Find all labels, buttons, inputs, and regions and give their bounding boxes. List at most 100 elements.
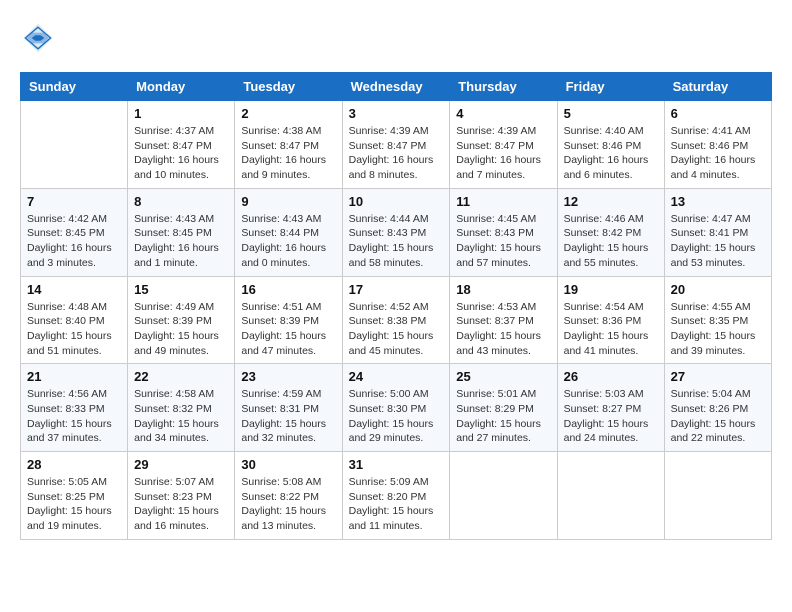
day-info: Sunrise: 4:38 AM Sunset: 8:47 PM Dayligh…	[241, 124, 335, 183]
day-number: 3	[349, 106, 444, 121]
calendar-cell: 13 Sunrise: 4:47 AM Sunset: 8:41 PM Dayli…	[664, 188, 771, 276]
day-info: Sunrise: 5:03 AM Sunset: 8:27 PM Dayligh…	[564, 387, 658, 446]
weekday-header-tuesday: Tuesday	[235, 73, 342, 101]
day-info: Sunrise: 4:56 AM Sunset: 8:33 PM Dayligh…	[27, 387, 121, 446]
day-info: Sunrise: 4:54 AM Sunset: 8:36 PM Dayligh…	[564, 300, 658, 359]
calendar-week-1: 1 Sunrise: 4:37 AM Sunset: 8:47 PM Daylig…	[21, 101, 772, 189]
calendar-cell: 7 Sunrise: 4:42 AM Sunset: 8:45 PM Daylig…	[21, 188, 128, 276]
day-info: Sunrise: 5:09 AM Sunset: 8:20 PM Dayligh…	[349, 475, 444, 534]
calendar-cell: 1 Sunrise: 4:37 AM Sunset: 8:47 PM Daylig…	[128, 101, 235, 189]
day-info: Sunrise: 4:45 AM Sunset: 8:43 PM Dayligh…	[456, 212, 550, 271]
calendar-cell	[21, 101, 128, 189]
day-number: 6	[671, 106, 765, 121]
day-number: 19	[564, 282, 658, 297]
day-number: 24	[349, 369, 444, 384]
calendar-cell: 22Sunrise: 4:58 AM Sunset: 8:32 PM Dayli…	[128, 364, 235, 452]
logo	[20, 20, 60, 56]
logo-icon	[20, 20, 56, 56]
day-info: Sunrise: 5:05 AM Sunset: 8:25 PM Dayligh…	[27, 475, 121, 534]
day-number: 30	[241, 457, 335, 472]
day-info: Sunrise: 4:43 AM Sunset: 8:44 PM Dayligh…	[241, 212, 335, 271]
day-info: Sunrise: 4:58 AM Sunset: 8:32 PM Dayligh…	[134, 387, 228, 446]
calendar-week-3: 14Sunrise: 4:48 AM Sunset: 8:40 PM Dayli…	[21, 276, 772, 364]
calendar-cell: 15Sunrise: 4:49 AM Sunset: 8:39 PM Dayli…	[128, 276, 235, 364]
day-number: 10	[349, 194, 444, 209]
day-info: Sunrise: 4:53 AM Sunset: 8:37 PM Dayligh…	[456, 300, 550, 359]
calendar-week-4: 21 Sunrise: 4:56 AM Sunset: 8:33 PM Dayli…	[21, 364, 772, 452]
calendar-cell: 14Sunrise: 4:48 AM Sunset: 8:40 PM Dayli…	[21, 276, 128, 364]
day-number: 4	[456, 106, 550, 121]
day-info: Sunrise: 4:39 AM Sunset: 8:47 PM Dayligh…	[349, 124, 444, 183]
calendar-week-2: 7 Sunrise: 4:42 AM Sunset: 8:45 PM Daylig…	[21, 188, 772, 276]
calendar-cell: 9 Sunrise: 4:43 AM Sunset: 8:44 PM Daylig…	[235, 188, 342, 276]
weekday-header-wednesday: Wednesday	[342, 73, 450, 101]
day-number: 17	[349, 282, 444, 297]
calendar-week-5: 28 Sunrise: 5:05 AM Sunset: 8:25 PM Dayli…	[21, 452, 772, 540]
calendar-cell	[664, 452, 771, 540]
day-info: Sunrise: 5:07 AM Sunset: 8:23 PM Dayligh…	[134, 475, 228, 534]
day-info: Sunrise: 4:51 AM Sunset: 8:39 PM Dayligh…	[241, 300, 335, 359]
calendar-cell: 4Sunrise: 4:39 AM Sunset: 8:47 PM Daylig…	[450, 101, 557, 189]
calendar-cell: 17 Sunrise: 4:52 AM Sunset: 8:38 PM Dayli…	[342, 276, 450, 364]
calendar-cell: 10 Sunrise: 4:44 AM Sunset: 8:43 PM Dayli…	[342, 188, 450, 276]
day-number: 28	[27, 457, 121, 472]
day-info: Sunrise: 5:00 AM Sunset: 8:30 PM Dayligh…	[349, 387, 444, 446]
day-number: 12	[564, 194, 658, 209]
calendar-cell: 11 Sunrise: 4:45 AM Sunset: 8:43 PM Dayli…	[450, 188, 557, 276]
day-info: Sunrise: 5:08 AM Sunset: 8:22 PM Dayligh…	[241, 475, 335, 534]
calendar-cell: 31Sunrise: 5:09 AM Sunset: 8:20 PM Dayli…	[342, 452, 450, 540]
day-number: 1	[134, 106, 228, 121]
weekday-header-friday: Friday	[557, 73, 664, 101]
day-number: 18	[456, 282, 550, 297]
calendar-cell: 29 Sunrise: 5:07 AM Sunset: 8:23 PM Dayli…	[128, 452, 235, 540]
calendar-cell: 24 Sunrise: 5:00 AM Sunset: 8:30 PM Dayli…	[342, 364, 450, 452]
calendar-table: SundayMondayTuesdayWednesdayThursdayFrid…	[20, 72, 772, 540]
calendar-cell: 8 Sunrise: 4:43 AM Sunset: 8:45 PM Daylig…	[128, 188, 235, 276]
day-info: Sunrise: 4:44 AM Sunset: 8:43 PM Dayligh…	[349, 212, 444, 271]
day-info: Sunrise: 4:37 AM Sunset: 8:47 PM Dayligh…	[134, 124, 228, 183]
calendar-cell: 30 Sunrise: 5:08 AM Sunset: 8:22 PM Dayli…	[235, 452, 342, 540]
calendar-cell: 25 Sunrise: 5:01 AM Sunset: 8:29 PM Dayli…	[450, 364, 557, 452]
day-number: 23	[241, 369, 335, 384]
day-number: 27	[671, 369, 765, 384]
day-info: Sunrise: 4:42 AM Sunset: 8:45 PM Dayligh…	[27, 212, 121, 271]
day-info: Sunrise: 4:46 AM Sunset: 8:42 PM Dayligh…	[564, 212, 658, 271]
day-number: 29	[134, 457, 228, 472]
calendar-cell	[450, 452, 557, 540]
day-number: 8	[134, 194, 228, 209]
weekday-header-sunday: Sunday	[21, 73, 128, 101]
calendar-cell	[557, 452, 664, 540]
day-number: 5	[564, 106, 658, 121]
day-info: Sunrise: 4:52 AM Sunset: 8:38 PM Dayligh…	[349, 300, 444, 359]
day-number: 21	[27, 369, 121, 384]
calendar-cell: 16 Sunrise: 4:51 AM Sunset: 8:39 PM Dayli…	[235, 276, 342, 364]
calendar-cell: 23Sunrise: 4:59 AM Sunset: 8:31 PM Dayli…	[235, 364, 342, 452]
day-info: Sunrise: 4:41 AM Sunset: 8:46 PM Dayligh…	[671, 124, 765, 183]
day-info: Sunrise: 4:40 AM Sunset: 8:46 PM Dayligh…	[564, 124, 658, 183]
day-number: 9	[241, 194, 335, 209]
day-number: 20	[671, 282, 765, 297]
day-number: 16	[241, 282, 335, 297]
day-info: Sunrise: 4:48 AM Sunset: 8:40 PM Dayligh…	[27, 300, 121, 359]
day-number: 7	[27, 194, 121, 209]
calendar-cell: 26Sunrise: 5:03 AM Sunset: 8:27 PM Dayli…	[557, 364, 664, 452]
calendar-cell: 6 Sunrise: 4:41 AM Sunset: 8:46 PM Daylig…	[664, 101, 771, 189]
day-number: 15	[134, 282, 228, 297]
weekday-header-monday: Monday	[128, 73, 235, 101]
calendar-cell: 5 Sunrise: 4:40 AM Sunset: 8:46 PM Daylig…	[557, 101, 664, 189]
day-info: Sunrise: 4:47 AM Sunset: 8:41 PM Dayligh…	[671, 212, 765, 271]
calendar-cell: 20Sunrise: 4:55 AM Sunset: 8:35 PM Dayli…	[664, 276, 771, 364]
day-number: 2	[241, 106, 335, 121]
day-number: 11	[456, 194, 550, 209]
calendar-cell: 27 Sunrise: 5:04 AM Sunset: 8:26 PM Dayli…	[664, 364, 771, 452]
day-number: 13	[671, 194, 765, 209]
day-info: Sunrise: 5:01 AM Sunset: 8:29 PM Dayligh…	[456, 387, 550, 446]
calendar-cell: 21 Sunrise: 4:56 AM Sunset: 8:33 PM Dayli…	[21, 364, 128, 452]
day-info: Sunrise: 4:43 AM Sunset: 8:45 PM Dayligh…	[134, 212, 228, 271]
day-number: 25	[456, 369, 550, 384]
calendar-cell: 2 Sunrise: 4:38 AM Sunset: 8:47 PM Daylig…	[235, 101, 342, 189]
calendar-cell: 19 Sunrise: 4:54 AM Sunset: 8:36 PM Dayli…	[557, 276, 664, 364]
calendar-cell: 12 Sunrise: 4:46 AM Sunset: 8:42 PM Dayli…	[557, 188, 664, 276]
page-header	[20, 20, 772, 56]
day-info: Sunrise: 5:04 AM Sunset: 8:26 PM Dayligh…	[671, 387, 765, 446]
